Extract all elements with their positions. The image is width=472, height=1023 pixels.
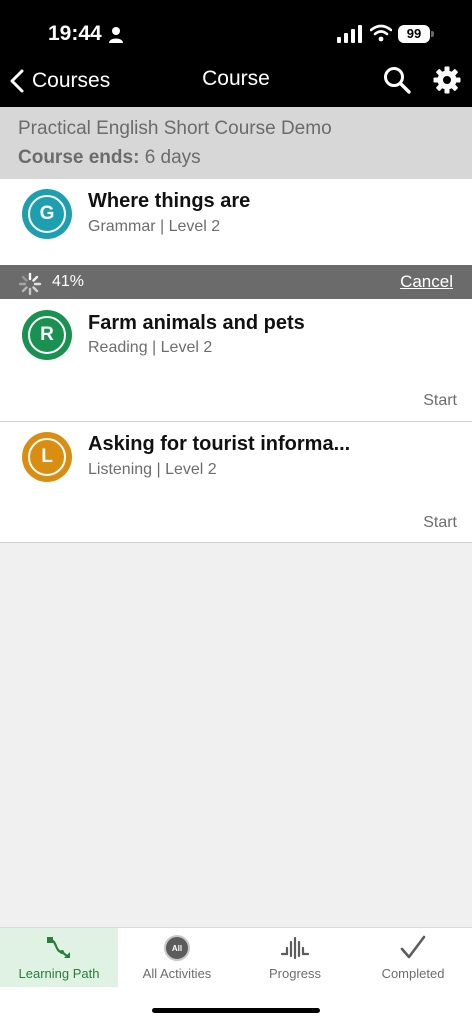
- course-ends-label: Course ends:: [18, 147, 140, 168]
- checkmark-icon: [400, 935, 426, 959]
- start-button[interactable]: Start: [423, 392, 457, 410]
- badge-letter: R: [28, 316, 66, 354]
- badge-letter: L: [28, 438, 66, 476]
- grammar-badge-icon: G: [22, 189, 72, 239]
- course-name: Practical English Short Course Demo: [18, 118, 332, 139]
- reading-badge-icon: R: [22, 310, 72, 360]
- download-progress-bar: 41% Cancel: [0, 265, 472, 299]
- status-time: 19:44: [48, 22, 102, 45]
- progress-icon: [281, 936, 309, 960]
- badge-letter: G: [28, 195, 66, 233]
- learning-path-icon: [47, 937, 70, 958]
- gear-icon[interactable]: [432, 65, 462, 95]
- bottom-tab-bar: Learning Path All All Activities Progres…: [0, 927, 472, 987]
- tab-label: All Activities: [142, 966, 212, 981]
- battery-cap: [431, 31, 434, 37]
- tab-label: Learning Path: [18, 966, 100, 981]
- tab-progress[interactable]: Progress: [236, 928, 354, 987]
- all-activities-icon: All: [164, 935, 192, 963]
- activity-title: Farm animals and pets: [88, 312, 305, 334]
- start-button[interactable]: Start: [423, 514, 457, 532]
- status-bar: 19:44 99: [0, 0, 472, 56]
- home-area: [0, 987, 472, 1023]
- tab-label: Completed: [381, 966, 445, 981]
- activity-item-grammar[interactable]: G Where things are Grammar | Level 2: [0, 179, 472, 265]
- tab-learning-path[interactable]: Learning Path: [0, 928, 118, 987]
- activity-subtitle: Listening | Level 2: [88, 461, 217, 478]
- activity-subtitle: Grammar | Level 2: [88, 218, 221, 235]
- tab-label: Progress: [268, 966, 322, 981]
- wifi-icon: [370, 24, 392, 42]
- home-indicator[interactable]: [152, 1008, 320, 1013]
- battery-icon: 99: [398, 25, 430, 43]
- nav-bar: Courses Course: [0, 56, 472, 107]
- tab-all-activities[interactable]: All All Activities: [118, 928, 236, 987]
- listening-badge-icon: L: [22, 432, 72, 482]
- activity-item-reading[interactable]: R Farm animals and pets Reading | Level …: [0, 299, 472, 422]
- activity-subtitle: Reading | Level 2: [88, 339, 213, 356]
- course-ends: Course ends: 6 days: [18, 147, 201, 169]
- all-badge: All: [164, 935, 190, 961]
- signal-icon: [337, 25, 362, 43]
- download-percent: 41%: [52, 273, 85, 290]
- course-header: Practical English Short Course Demo Cour…: [0, 107, 472, 179]
- search-icon[interactable]: [382, 65, 412, 95]
- spinner-icon: [18, 272, 42, 296]
- person-icon: [109, 27, 123, 43]
- cancel-download-button[interactable]: Cancel: [400, 272, 453, 292]
- activity-item-listening[interactable]: L Asking for tourist informa... Listenin…: [0, 422, 472, 543]
- tab-completed[interactable]: Completed: [354, 928, 472, 987]
- activity-title: Asking for tourist informa...: [88, 433, 351, 455]
- activity-title: Where things are: [88, 190, 251, 212]
- course-ends-value: 6 days: [144, 147, 201, 168]
